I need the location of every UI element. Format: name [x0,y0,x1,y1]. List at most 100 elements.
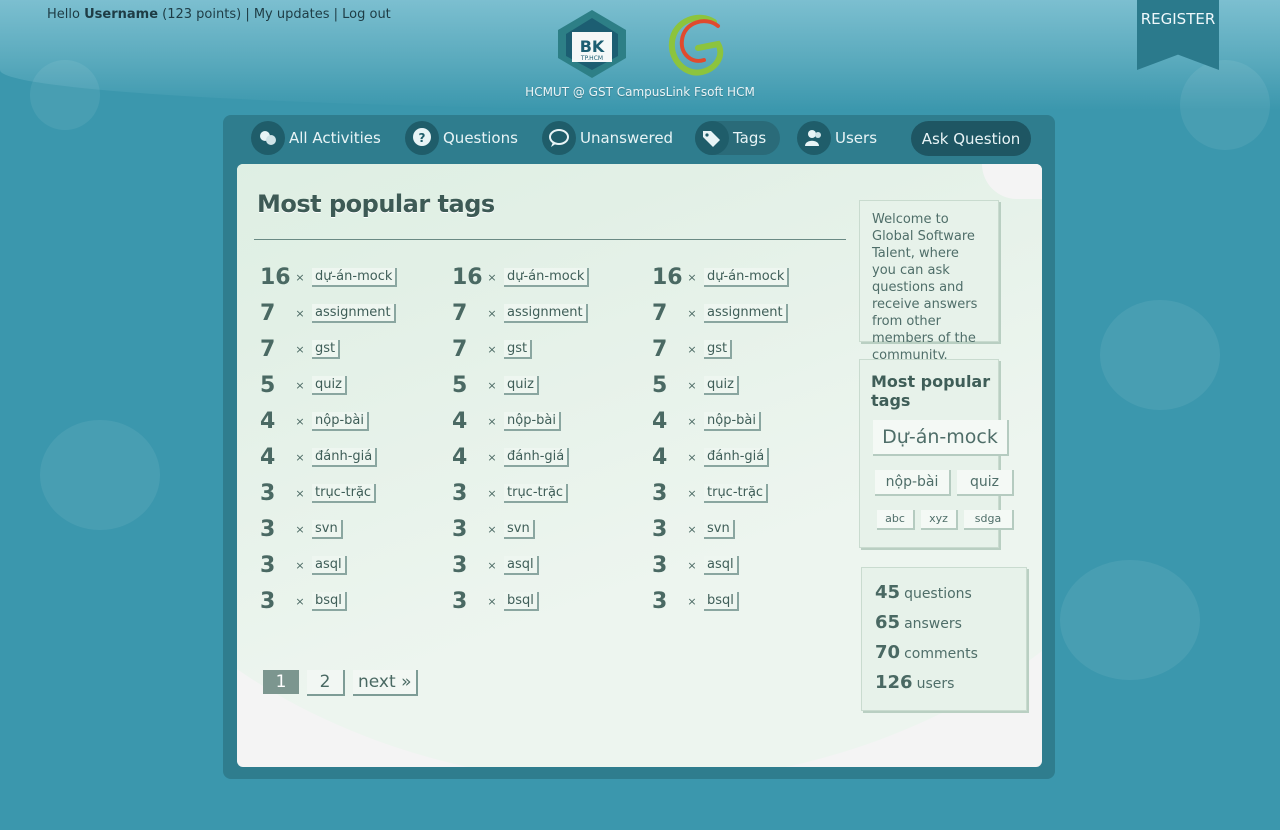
tag-link[interactable]: trục-trặc [312,483,377,503]
popular-tag[interactable]: sdga [964,510,1014,530]
tag-link[interactable]: assignment [704,303,788,323]
tag-link[interactable]: nộp-bài [704,411,761,431]
tag-link[interactable]: nộp-bài [504,411,561,431]
tag-link[interactable]: assignment [504,303,588,323]
stat-label: comments [904,646,978,662]
stat-label: users [916,676,955,692]
logout-link[interactable]: Log out [342,7,391,22]
tag-count: 7 [452,300,468,326]
tag-link[interactable]: đánh-giá [504,447,570,467]
times-icon: × [487,306,497,320]
nav-unanswered[interactable]: Unanswered [542,121,673,155]
tag-link[interactable]: asql [704,555,739,575]
tag-link[interactable]: dự-án-mock [312,267,398,287]
tag-link[interactable]: svn [312,519,343,539]
background-bubble [1180,60,1270,150]
tag-count: 7 [452,336,468,362]
tag-row: 16 × dự-án-mock 16 × dự-án-mock 16 × dự-án-mock [260,262,860,292]
popular-tag[interactable]: abc [877,510,915,530]
background-bubble [1100,300,1220,410]
times-icon: × [687,270,697,284]
times-icon: × [687,486,697,500]
tag-entry: 3 × trục-trặc [452,478,569,508]
tag-link[interactable]: đánh-giá [704,447,770,467]
my-updates-link[interactable]: My updates [254,7,330,22]
popular-tag[interactable]: nộp-bài [875,470,951,496]
tag-link[interactable]: dự-án-mock [704,267,790,287]
tag-link[interactable]: đánh-giá [312,447,378,467]
times-icon: × [687,378,697,392]
background-bubble [40,420,160,530]
stat-value: 65 [875,612,901,633]
tag-count: 4 [452,444,468,470]
popular-tag[interactable]: Dự-án-mock [873,420,1009,456]
times-icon: × [295,594,305,608]
tag-link[interactable]: svn [504,519,535,539]
ask-question-button[interactable]: Ask Question [911,121,1031,156]
popular-tag[interactable]: xyz [921,510,958,530]
tag-link[interactable]: gst [704,339,733,359]
stat-value: 70 [875,642,901,663]
tag-link[interactable]: quiz [704,375,739,395]
tag-link[interactable]: quiz [312,375,347,395]
times-icon: × [487,378,497,392]
tag-count: 3 [452,588,468,614]
bk-logo-subtext: TP.HCM [580,55,603,62]
tag-entry: 4 × nộp-bài [260,406,369,436]
username-link[interactable]: Username [84,7,158,22]
tag-link[interactable]: nộp-bài [312,411,369,431]
times-icon: × [487,342,497,356]
welcome-text: Welcome to Global Software Talent, where… [872,212,978,363]
tag-entry: 4 × đánh-giá [652,442,770,472]
tag-count: 3 [652,516,668,542]
tag-entry: 5 × quiz [652,370,739,400]
tag-entry: 4 × nộp-bài [652,406,761,436]
stat-item: 126 users [875,672,954,693]
tag-link[interactable]: trục-trặc [704,483,769,503]
tag-link[interactable]: asql [312,555,347,575]
activities-icon [251,121,285,155]
times-icon: × [295,558,305,572]
nav-users-label: Users [835,129,878,147]
tag-link[interactable]: gst [312,339,341,359]
tag-link[interactable]: asql [504,555,539,575]
nav-users[interactable]: Users [797,121,877,155]
nav-questions[interactable]: ? Questions [405,121,518,155]
tag-link[interactable]: bsql [504,591,539,611]
tag-link[interactable]: quiz [504,375,539,395]
times-icon: × [687,558,697,572]
tag-entry: 3 × asql [452,550,539,580]
times-icon: × [687,342,697,356]
tag-row: 3 × svn 3 × svn 3 × svn [260,514,860,544]
greeting-text: Hello [47,7,80,22]
nav-all-activities[interactable]: All Activities [251,121,381,155]
stats-box: 45 questions 65 answers 70 comments 126 users [861,567,1027,711]
next-page-link[interactable]: next » [353,670,419,696]
nav-tags[interactable]: Tags [695,121,781,155]
tag-link[interactable]: gst [504,339,533,359]
question-icon: ? [405,121,439,155]
tag-link[interactable]: assignment [312,303,396,323]
tag-link[interactable]: trục-trặc [504,483,569,503]
popular-tag[interactable]: quiz [957,470,1014,496]
tag-count: 3 [260,552,276,578]
tag-count: 4 [452,408,468,434]
times-icon: × [295,522,305,536]
times-icon: × [687,450,697,464]
tag-count: 4 [260,408,276,434]
tag-link[interactable]: svn [704,519,735,539]
page-2-link[interactable]: 2 [307,670,345,696]
tag-count: 5 [652,372,668,398]
times-icon: × [487,522,497,536]
times-icon: × [295,414,305,428]
tag-count: 3 [452,516,468,542]
tag-link[interactable]: bsql [312,591,347,611]
tag-link[interactable]: dự-án-mock [504,267,590,287]
tag-entry: 7 × assignment [652,298,788,328]
bk-logo[interactable]: BK TP.HCM [558,10,626,78]
tag-link[interactable]: bsql [704,591,739,611]
gst-logo[interactable] [662,14,730,80]
points-text: (123 points) [162,7,242,22]
tag-entry: 3 × bsql [452,586,539,616]
times-icon: × [295,378,305,392]
